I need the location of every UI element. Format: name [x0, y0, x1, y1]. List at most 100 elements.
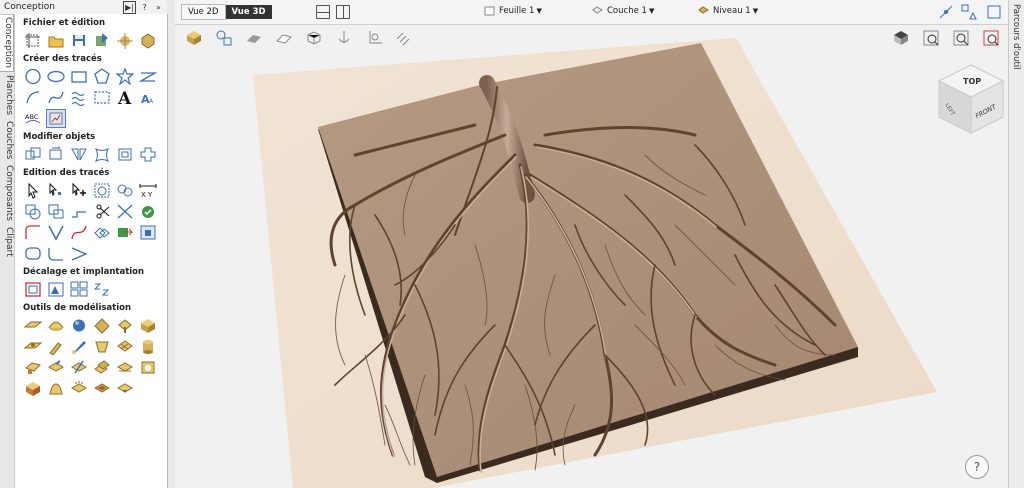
model-import-icon[interactable]: [115, 379, 135, 398]
node-edit-icon[interactable]: [46, 181, 66, 200]
3d-viewport[interactable]: TOP FRONT LEFT: [175, 25, 1008, 488]
model-slice-icon[interactable]: [69, 358, 89, 377]
dimension-icon[interactable]: X Y: [138, 181, 158, 200]
image-trace-icon[interactable]: [46, 109, 66, 128]
align-view-icon[interactable]: [961, 4, 977, 20]
anchor-icon[interactable]: [333, 27, 355, 49]
tab-couches[interactable]: Couches: [0, 118, 14, 162]
model-mesh-icon[interactable]: [115, 337, 135, 356]
line-icon[interactable]: [138, 67, 158, 86]
cut-icon[interactable]: [115, 202, 135, 221]
help-button[interactable]: ?: [965, 455, 989, 479]
nest-icon[interactable]: [138, 145, 158, 164]
offset-icon[interactable]: [23, 280, 43, 299]
weld-icon[interactable]: [115, 181, 135, 200]
model-cylinder-icon[interactable]: [138, 337, 158, 356]
tab-clipart[interactable]: Clipart: [0, 224, 14, 260]
import-icon[interactable]: [92, 31, 112, 50]
dimension-view-icon[interactable]: [986, 4, 1002, 20]
align-icon[interactable]: [115, 223, 135, 242]
model-erase-icon[interactable]: [138, 358, 158, 377]
bitmap-icon[interactable]: [138, 223, 158, 242]
model-extrude-icon[interactable]: [115, 316, 135, 335]
rounded-rect-icon[interactable]: [23, 244, 43, 263]
shaded-view-icon[interactable]: [183, 27, 205, 49]
transform-icon[interactable]: [92, 181, 112, 200]
trim-icon[interactable]: [92, 202, 112, 221]
shadow-view-icon[interactable]: [243, 27, 265, 49]
text-arc-icon[interactable]: ABC: [23, 109, 43, 128]
nesting-icon[interactable]: [46, 280, 66, 299]
pattern-icon[interactable]: [92, 280, 112, 299]
wave-icon[interactable]: [69, 88, 89, 107]
tab-composants[interactable]: Composants: [0, 162, 14, 224]
model-freeze-icon[interactable]: [23, 379, 43, 398]
join-icon[interactable]: [69, 202, 89, 221]
select-icon[interactable]: [23, 181, 43, 200]
tab-view-3d[interactable]: Vue 3D: [225, 5, 272, 19]
axis-icon[interactable]: [363, 27, 385, 49]
model-plane-icon[interactable]: [23, 316, 43, 335]
model-box-icon[interactable]: [138, 316, 158, 335]
text-icon[interactable]: A: [115, 88, 135, 107]
model-spin-icon[interactable]: [92, 316, 112, 335]
split-vertical-icon[interactable]: [335, 5, 350, 19]
rotate-icon[interactable]: [46, 145, 66, 164]
distort-icon[interactable]: [92, 145, 112, 164]
mirror-icon[interactable]: [69, 145, 89, 164]
model-brush-icon[interactable]: [69, 337, 89, 356]
layout-icon[interactable]: [69, 280, 89, 299]
pin-panel-button[interactable]: ▶|: [123, 0, 136, 14]
new-job-icon[interactable]: [23, 31, 43, 50]
layer-dropdown[interactable]: Couche 1 ▼: [592, 5, 654, 16]
model-sculpt-icon[interactable]: [46, 337, 66, 356]
inflate-icon[interactable]: [115, 145, 135, 164]
toolpaths-strip[interactable]: Parcours d'outil: [1008, 0, 1024, 488]
material-view-icon[interactable]: [213, 27, 235, 49]
ellipse-icon[interactable]: [46, 67, 66, 86]
arc-icon[interactable]: [23, 88, 43, 107]
circle-icon[interactable]: [23, 67, 43, 86]
star-icon[interactable]: [115, 67, 135, 86]
hatch-icon[interactable]: [393, 27, 415, 49]
model-smooth-icon[interactable]: [92, 337, 112, 356]
panel-collapse-button[interactable]: »: [153, 2, 164, 13]
model-fade-icon[interactable]: [115, 358, 135, 377]
split-horizontal-icon[interactable]: [315, 5, 330, 19]
snap-icon[interactable]: [938, 4, 954, 20]
polygon-icon[interactable]: [92, 67, 112, 86]
curve-fit-icon[interactable]: [69, 223, 89, 242]
selection-icon[interactable]: [92, 88, 112, 107]
model-relief-icon[interactable]: [23, 337, 43, 356]
zoom-selection-icon[interactable]: [980, 27, 1002, 49]
add-node-icon[interactable]: [69, 181, 89, 200]
plane-view-icon[interactable]: [273, 27, 295, 49]
view-top-icon[interactable]: [890, 27, 912, 49]
job-setup-icon[interactable]: [115, 31, 135, 50]
zoom-icon[interactable]: [950, 27, 972, 49]
model-sphere-icon[interactable]: [69, 316, 89, 335]
rectangle-icon[interactable]: [69, 67, 89, 86]
open-file-icon[interactable]: [46, 31, 66, 50]
model-bake-icon[interactable]: [92, 379, 112, 398]
text-on-curve-icon[interactable]: AA: [138, 88, 158, 107]
save-file-icon[interactable]: [69, 31, 89, 50]
angle-icon[interactable]: [69, 244, 89, 263]
check-icon[interactable]: [138, 202, 158, 221]
tab-planches[interactable]: Planches: [0, 72, 14, 118]
bend-icon[interactable]: [46, 244, 66, 263]
zoom-fit-icon[interactable]: [920, 27, 942, 49]
scale-icon[interactable]: [23, 145, 43, 164]
array-icon[interactable]: [92, 223, 112, 242]
intersect-icon[interactable]: [46, 202, 66, 221]
view-cube[interactable]: TOP FRONT LEFT: [935, 63, 1007, 135]
model-scale-icon[interactable]: [46, 379, 66, 398]
toolpaths-tab[interactable]: Parcours d'outil: [1011, 4, 1021, 70]
settings-icon[interactable]: [138, 31, 158, 50]
model-texture-icon[interactable]: [23, 358, 43, 377]
tab-conception[interactable]: Conception: [0, 13, 14, 72]
fillet-icon[interactable]: [23, 223, 43, 242]
sheet-dropdown[interactable]: Feuille 1 ▼: [484, 5, 542, 16]
cube-outline-icon[interactable]: [303, 27, 325, 49]
model-merge-icon[interactable]: [92, 358, 112, 377]
